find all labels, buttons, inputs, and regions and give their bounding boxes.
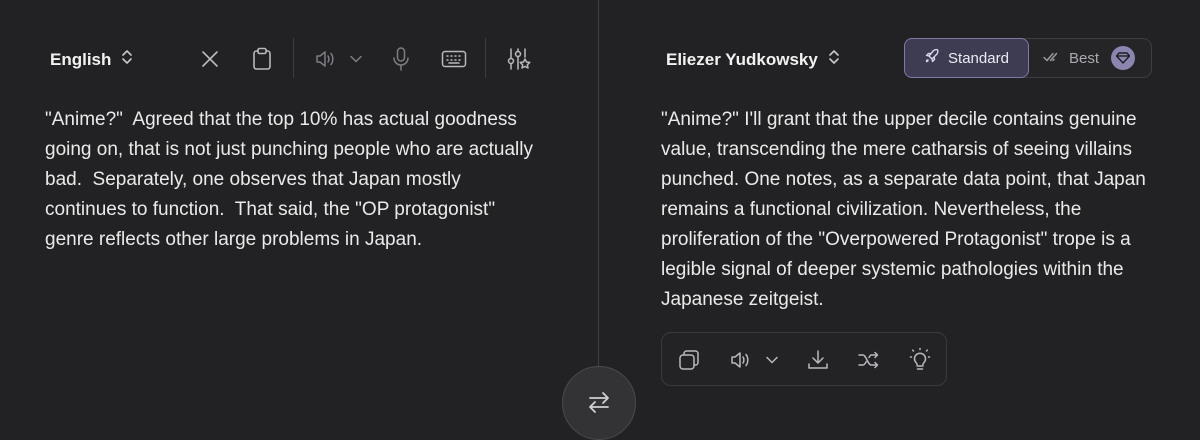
target-style-label: Eliezer Yudkowsky bbox=[666, 49, 818, 69]
source-text[interactable]: "Anime?" Agreed that the top 10% has act… bbox=[45, 105, 545, 255]
settings-sliders-icon[interactable] bbox=[505, 45, 533, 73]
close-icon[interactable] bbox=[197, 46, 223, 72]
diamond-icon bbox=[1111, 46, 1136, 70]
speaker-icon[interactable] bbox=[313, 47, 337, 71]
target-style-select[interactable]: Eliezer Yudkowsky bbox=[666, 48, 840, 71]
chevron-down-icon[interactable] bbox=[765, 353, 779, 367]
best-mode-button[interactable]: Best bbox=[1031, 39, 1151, 77]
download-icon[interactable] bbox=[805, 347, 831, 373]
double-check-icon bbox=[1043, 50, 1061, 67]
source-pane: English "Anime?" Agreed that the top 10%… bbox=[0, 0, 598, 429]
rocket-icon bbox=[924, 48, 940, 68]
copy-icon[interactable] bbox=[676, 347, 702, 373]
microphone-icon[interactable] bbox=[389, 45, 413, 73]
swap-arrows-icon bbox=[586, 390, 612, 419]
speaker-icon[interactable] bbox=[728, 348, 752, 372]
target-pane: Eliezer Yudkowsky Standard Best "Anime?"… bbox=[600, 0, 1200, 429]
source-language-label: English bbox=[50, 49, 112, 69]
standard-mode-label: Standard bbox=[948, 49, 1009, 67]
pane-divider bbox=[598, 0, 599, 429]
target-text: "Anime?" I'll grant that the upper decil… bbox=[661, 109, 1152, 310]
chevron-down-icon[interactable] bbox=[349, 52, 363, 66]
standard-mode-button[interactable]: Standard bbox=[904, 38, 1029, 78]
best-mode-label: Best bbox=[1069, 49, 1100, 67]
quality-mode-toggle: Standard Best bbox=[904, 38, 1152, 78]
keyboard-icon[interactable] bbox=[440, 48, 468, 70]
lightbulb-icon[interactable] bbox=[907, 346, 933, 374]
chevron-up-down-icon bbox=[121, 48, 133, 71]
shuffle-icon[interactable] bbox=[856, 347, 882, 373]
source-language-select[interactable]: English bbox=[50, 48, 133, 71]
output-action-bar bbox=[661, 332, 947, 386]
clipboard-icon[interactable] bbox=[249, 45, 275, 73]
chevron-up-down-icon bbox=[828, 48, 840, 71]
